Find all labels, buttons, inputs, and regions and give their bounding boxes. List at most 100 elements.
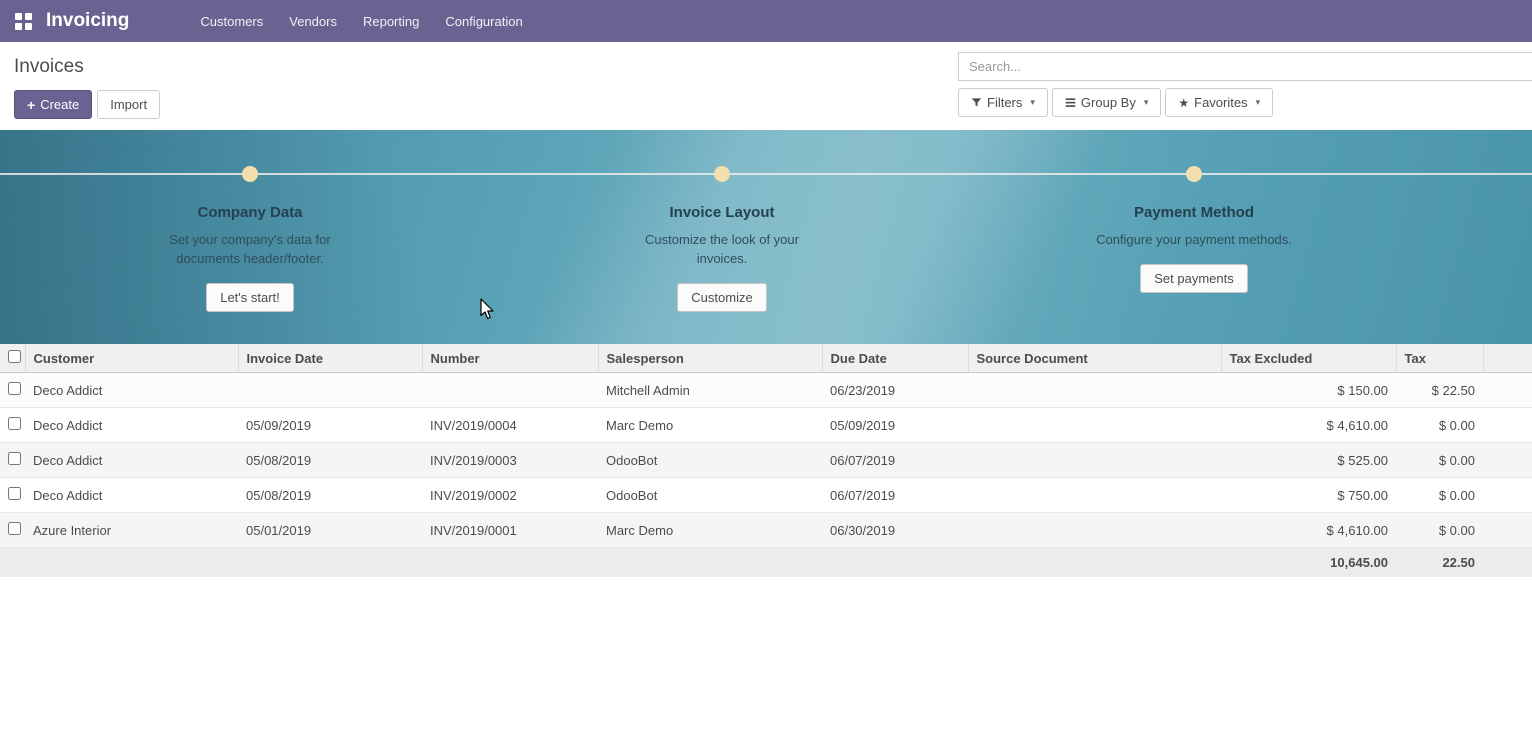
column-header-spacer bbox=[1483, 344, 1532, 373]
total-tax: 22.50 bbox=[1396, 548, 1483, 578]
cell-source-document bbox=[968, 373, 1221, 408]
step-title: Invoice Layout bbox=[572, 204, 872, 221]
select-all-checkbox-cell bbox=[0, 344, 25, 373]
plus-icon: + bbox=[27, 98, 35, 112]
table-header-row: Customer Invoice Date Number Salesperson… bbox=[0, 344, 1532, 373]
row-checkbox[interactable] bbox=[8, 452, 21, 465]
cell-customer: Deco Addict bbox=[25, 478, 238, 513]
cell-due-date: 06/30/2019 bbox=[822, 513, 968, 548]
cell-invoice-date: 05/09/2019 bbox=[238, 408, 422, 443]
chevron-down-icon: ▾ bbox=[1256, 97, 1261, 108]
row-checkbox-cell bbox=[0, 443, 25, 478]
filters-button[interactable]: Filters ▾ bbox=[958, 88, 1048, 117]
row-checkbox[interactable] bbox=[8, 487, 21, 500]
favorites-button[interactable]: ★ Favorites ▾ bbox=[1165, 88, 1273, 117]
cell-salesperson: Marc Demo bbox=[598, 408, 822, 443]
cell-tax: $ 0.00 bbox=[1396, 408, 1483, 443]
onboarding-step-invoice-layout: Invoice Layout Customize the look of you… bbox=[572, 166, 872, 312]
step-dot bbox=[242, 166, 258, 182]
column-header-source-document[interactable]: Source Document bbox=[968, 344, 1221, 373]
customize-button[interactable]: Customize bbox=[677, 283, 766, 312]
cell-source-document bbox=[968, 513, 1221, 548]
search-filter-buttons: Filters ▾ Group By ▾ ★ Favorites ▾ bbox=[958, 88, 1532, 117]
step-description: Configure your payment methods. bbox=[1064, 230, 1324, 249]
row-checkbox[interactable] bbox=[8, 522, 21, 535]
column-header-tax[interactable]: Tax bbox=[1396, 344, 1483, 373]
star-icon: ★ bbox=[1178, 96, 1189, 110]
select-all-checkbox[interactable] bbox=[8, 350, 21, 363]
cell-customer: Azure Interior bbox=[25, 513, 238, 548]
cell-number bbox=[422, 373, 598, 408]
chevron-down-icon: ▾ bbox=[1030, 97, 1035, 108]
cell-tax-excluded: $ 4,610.00 bbox=[1221, 408, 1396, 443]
app-title[interactable]: Invoicing bbox=[46, 10, 129, 32]
onboarding-step-payment-method: Payment Method Configure your payment me… bbox=[1044, 166, 1344, 293]
cell-salesperson: Mitchell Admin bbox=[598, 373, 822, 408]
cell-customer: Deco Addict bbox=[25, 443, 238, 478]
cell-invoice-date bbox=[238, 373, 422, 408]
search-input[interactable] bbox=[958, 52, 1532, 81]
table-row[interactable]: Azure Interior 05/01/2019 INV/2019/0001 … bbox=[0, 513, 1532, 548]
onboarding-banner: Company Data Set your company's data for… bbox=[0, 130, 1532, 344]
table-row[interactable]: Deco Addict 05/09/2019 INV/2019/0004 Mar… bbox=[0, 408, 1532, 443]
navbar-menus: Customers Vendors Reporting Configuratio… bbox=[187, 0, 535, 42]
cell-number: INV/2019/0001 bbox=[422, 513, 598, 548]
group-by-button[interactable]: Group By ▾ bbox=[1052, 88, 1161, 117]
cell-number: INV/2019/0004 bbox=[422, 408, 598, 443]
step-description: Set your company's data for documents he… bbox=[150, 230, 350, 268]
lets-start-button[interactable]: Let's start! bbox=[206, 283, 294, 312]
column-header-invoice-date[interactable]: Invoice Date bbox=[238, 344, 422, 373]
column-header-number[interactable]: Number bbox=[422, 344, 598, 373]
step-dot bbox=[1186, 166, 1202, 182]
cell-tax-excluded: $ 525.00 bbox=[1221, 443, 1396, 478]
set-payments-button[interactable]: Set payments bbox=[1140, 264, 1248, 293]
top-navbar: Invoicing Customers Vendors Reporting Co… bbox=[0, 0, 1532, 42]
cell-source-document bbox=[968, 408, 1221, 443]
table-row[interactable]: Deco Addict Mitchell Admin 06/23/2019 $ … bbox=[0, 373, 1532, 408]
totals-row: 10,645.00 22.50 bbox=[0, 548, 1532, 578]
cell-number: INV/2019/0003 bbox=[422, 443, 598, 478]
cell-tax: $ 0.00 bbox=[1396, 478, 1483, 513]
row-checkbox[interactable] bbox=[8, 382, 21, 395]
cell-customer: Deco Addict bbox=[25, 408, 238, 443]
column-header-salesperson[interactable]: Salesperson bbox=[598, 344, 822, 373]
menu-customers[interactable]: Customers bbox=[187, 0, 276, 42]
cell-spacer bbox=[1483, 373, 1532, 408]
cell-due-date: 06/23/2019 bbox=[822, 373, 968, 408]
menu-configuration[interactable]: Configuration bbox=[432, 0, 535, 42]
cell-tax: $ 0.00 bbox=[1396, 513, 1483, 548]
cell-invoice-date: 05/01/2019 bbox=[238, 513, 422, 548]
cell-salesperson: OdooBot bbox=[598, 478, 822, 513]
step-title: Payment Method bbox=[1044, 204, 1344, 221]
menu-reporting[interactable]: Reporting bbox=[350, 0, 432, 42]
cell-customer: Deco Addict bbox=[25, 373, 238, 408]
control-panel-left: Invoices + Create Import bbox=[14, 52, 160, 130]
menu-vendors[interactable]: Vendors bbox=[276, 0, 350, 42]
apps-grid-icon[interactable] bbox=[10, 8, 36, 34]
cell-invoice-date: 05/08/2019 bbox=[238, 443, 422, 478]
favorites-button-label: Favorites bbox=[1194, 95, 1247, 110]
row-checkbox[interactable] bbox=[8, 417, 21, 430]
cell-source-document bbox=[968, 478, 1221, 513]
cell-tax: $ 22.50 bbox=[1396, 373, 1483, 408]
cell-tax-excluded: $ 750.00 bbox=[1221, 478, 1396, 513]
cell-invoice-date: 05/08/2019 bbox=[238, 478, 422, 513]
cell-tax-excluded: $ 150.00 bbox=[1221, 373, 1396, 408]
onboarding-step-company-data: Company Data Set your company's data for… bbox=[100, 166, 400, 312]
table-row[interactable]: Deco Addict 05/08/2019 INV/2019/0003 Odo… bbox=[0, 443, 1532, 478]
column-header-due-date[interactable]: Due Date bbox=[822, 344, 968, 373]
cell-salesperson: OdooBot bbox=[598, 443, 822, 478]
control-panel: Invoices + Create Import Filters ▾ bbox=[0, 42, 1532, 130]
import-button[interactable]: Import bbox=[97, 90, 160, 119]
column-header-customer[interactable]: Customer bbox=[25, 344, 238, 373]
table-row[interactable]: Deco Addict 05/08/2019 INV/2019/0002 Odo… bbox=[0, 478, 1532, 513]
cell-due-date: 05/09/2019 bbox=[822, 408, 968, 443]
step-title: Company Data bbox=[100, 204, 400, 221]
row-checkbox-cell bbox=[0, 513, 25, 548]
row-checkbox-cell bbox=[0, 478, 25, 513]
cell-tax: $ 0.00 bbox=[1396, 443, 1483, 478]
funnel-icon bbox=[971, 97, 982, 108]
column-header-tax-excluded[interactable]: Tax Excluded bbox=[1221, 344, 1396, 373]
create-button[interactable]: + Create bbox=[14, 90, 92, 119]
cell-spacer bbox=[1483, 478, 1532, 513]
